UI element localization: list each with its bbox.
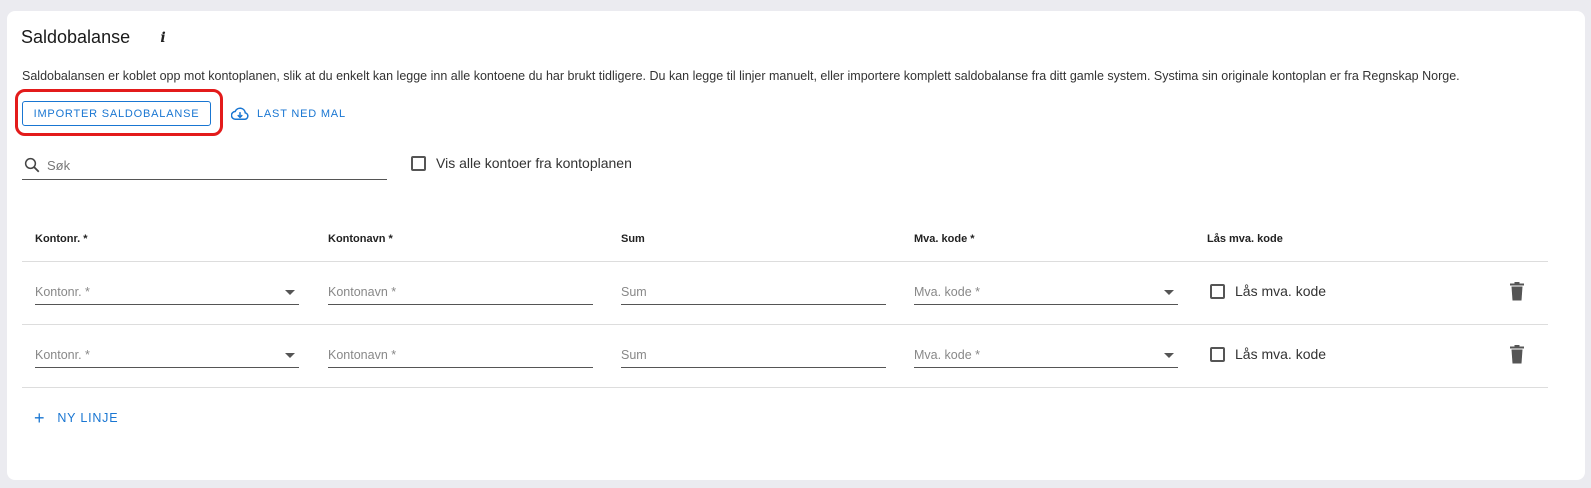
table-row: Kontonr. * Kontonavn * Sum Mva. kode * L… [22,262,1548,325]
header-laas-mva-kode: Lås mva. kode [1207,233,1283,245]
account-name-placeholder: Kontonavn * [328,285,397,299]
trash-icon[interactable] [1509,282,1525,301]
lock-vat-label: Lås mva. kode [1235,283,1327,299]
sum-input[interactable]: Sum [621,343,886,368]
import-saldobalanse-button[interactable]: IMPORTER SALDOBALANSE [22,101,211,126]
chevron-down-icon [1164,289,1174,295]
lock-vat-checkbox[interactable] [1210,283,1225,299]
show-all-accounts-toggle[interactable]: Vis alle kontoer fra kontoplanen [411,155,632,171]
account-name-input[interactable]: Kontonavn * [328,280,593,305]
lock-vat-checkbox[interactable] [1210,346,1225,362]
account-number-placeholder: Kontonr. * [35,285,90,299]
add-line-button[interactable]: + NY LINJE [34,409,118,427]
header-kontonr: Kontonr. * [35,233,88,245]
search-field[interactable] [22,151,387,180]
vat-code-select[interactable]: Mva. kode * [914,280,1178,305]
chevron-down-icon [285,352,295,358]
page-title: Saldobalanse [21,27,131,47]
header-sum: Sum [621,233,645,245]
cloud-download-icon [231,107,249,120]
search-icon [24,157,40,173]
sum-placeholder: Sum [621,348,647,362]
show-all-label: Vis alle kontoer fra kontoplanen [436,155,632,171]
sum-placeholder: Sum [621,285,647,299]
search-input[interactable] [47,157,367,173]
vat-code-placeholder: Mva. kode * [914,348,981,362]
download-template-label: LAST NED MAL [257,108,346,120]
vat-code-placeholder: Mva. kode * [914,285,981,299]
description-text: Saldobalansen er koblet opp mot kontopla… [22,69,1460,83]
lock-vat-toggle[interactable]: Lås mva. kode [1210,346,1326,362]
trash-icon[interactable] [1509,345,1525,364]
download-template-button[interactable]: LAST NED MAL [231,103,346,125]
sum-input[interactable]: Sum [621,280,886,305]
vat-code-select[interactable]: Mva. kode * [914,343,1178,368]
chevron-down-icon [285,289,295,295]
chevron-down-icon [1164,352,1174,358]
header-mva-kode: Mva. kode * [914,233,975,245]
saldobalanse-card: Saldobalanse i Saldobalansen er koblet o… [7,11,1585,480]
lock-vat-label: Lås mva. kode [1235,346,1327,362]
table-header: Kontonr. * Kontonavn * Sum Mva. kode * L… [22,232,1548,262]
account-number-select[interactable]: Kontonr. * [35,343,299,368]
add-line-label: NY LINJE [57,411,119,425]
table-row: Kontonr. * Kontonavn * Sum Mva. kode * L… [22,325,1548,388]
title-row: Saldobalanse i [21,27,170,48]
account-number-placeholder: Kontonr. * [35,348,90,362]
lock-vat-toggle[interactable]: Lås mva. kode [1210,283,1326,299]
account-name-input[interactable]: Kontonavn * [328,343,593,368]
info-icon[interactable]: i [156,30,170,46]
account-number-select[interactable]: Kontonr. * [35,280,299,305]
account-name-placeholder: Kontonavn * [328,348,397,362]
header-kontonavn: Kontonavn * [328,233,393,245]
plus-icon: + [34,408,46,428]
show-all-checkbox[interactable] [411,155,426,171]
